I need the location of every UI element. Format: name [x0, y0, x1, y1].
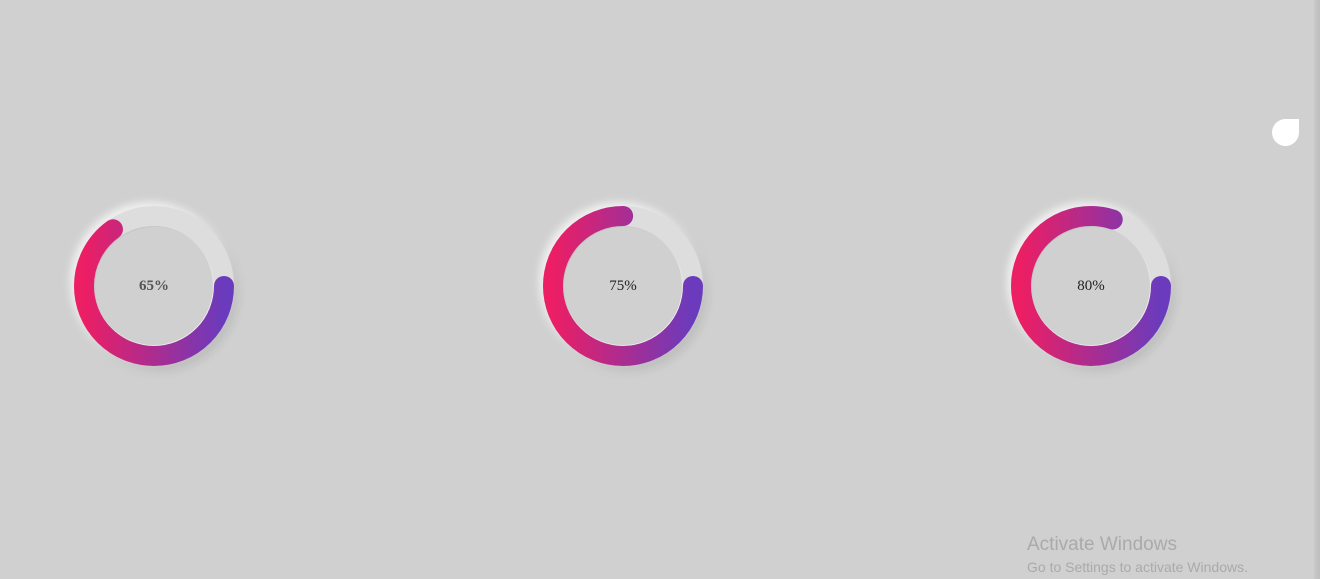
progress-value-label: 80% — [1077, 277, 1105, 294]
progress-ring-75: 75% — [543, 206, 703, 366]
page: 65% 75% 80% Activate Windows Go to Setti… — [0, 0, 1320, 579]
window-edge — [1314, 0, 1320, 579]
activation-watermark: Activate Windows Go to Settings to activ… — [1027, 534, 1248, 576]
floating-blob-shape — [1272, 119, 1299, 146]
progress-ring-80: 80% — [1011, 206, 1171, 366]
progress-value-label: 65% — [139, 277, 169, 294]
progress-value-label: 75% — [609, 277, 637, 294]
progress-ring-65: 65% — [74, 206, 234, 366]
watermark-title: Activate Windows — [1027, 534, 1177, 555]
watermark-subtitle: Go to Settings to activate Windows. — [1027, 559, 1248, 575]
